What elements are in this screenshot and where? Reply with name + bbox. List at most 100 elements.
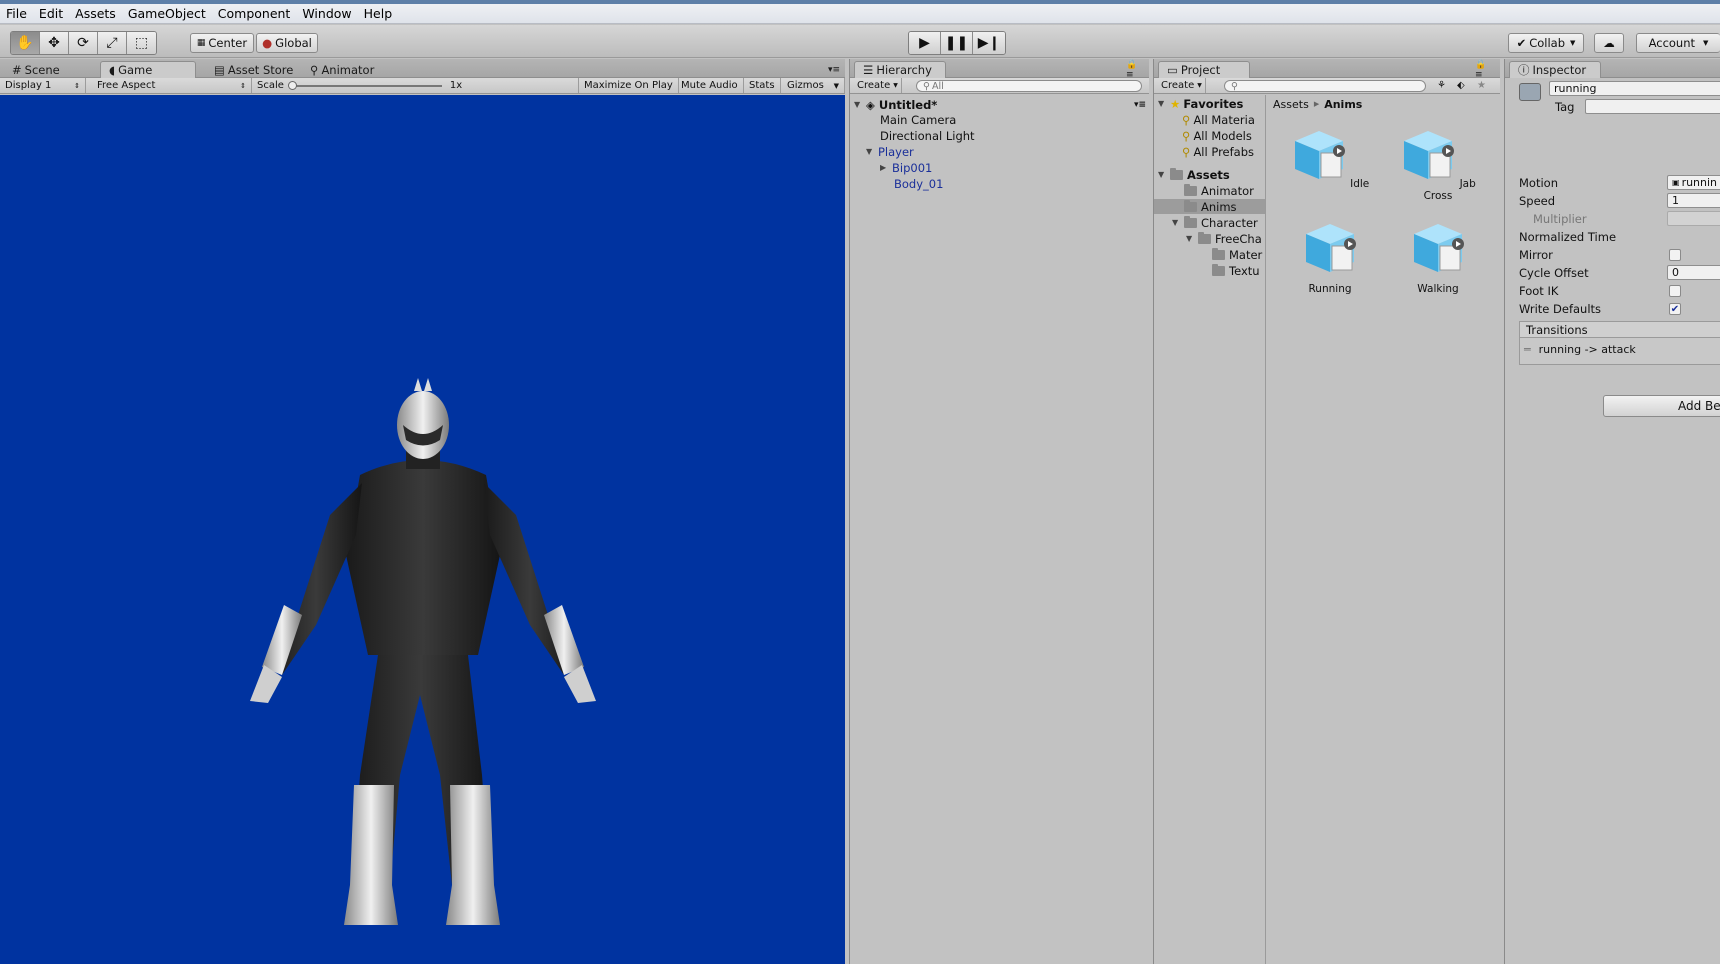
- play-icon[interactable]: ▶: [909, 32, 941, 54]
- drag-handle-icon[interactable]: ═: [1524, 343, 1531, 356]
- write-defaults-checkbox[interactable]: ✔: [1669, 303, 1681, 315]
- scale-slider-handle[interactable]: [287, 80, 297, 90]
- playback-controls: ▶ ❚❚ ▶❙: [908, 31, 1006, 55]
- folder-item[interactable]: Animator: [1184, 183, 1254, 198]
- menu-edit[interactable]: Edit: [33, 6, 69, 21]
- menu-assets[interactable]: Assets: [69, 6, 122, 21]
- tag-text: Tag: [1555, 100, 1575, 114]
- favorite-item[interactable]: ⚲ All Materia: [1182, 112, 1255, 127]
- asset-item[interactable]: Idle: [1290, 127, 1370, 190]
- mute-audio-toggle[interactable]: Mute Audio: [676, 78, 744, 93]
- item-label: Character: [1201, 215, 1258, 230]
- project-tab-row: ▭ Project 🔒≡: [1154, 59, 1500, 80]
- maximize-on-play-toggle[interactable]: Maximize On Play: [578, 78, 679, 93]
- speed-field[interactable]: 1: [1667, 193, 1720, 208]
- menu-file[interactable]: File: [0, 6, 33, 21]
- pivot-center-button[interactable]: ▦ Center: [190, 33, 254, 53]
- tag-field[interactable]: [1585, 99, 1720, 114]
- menu-help[interactable]: Help: [358, 6, 399, 21]
- expand-icon[interactable]: ▼: [1158, 170, 1170, 179]
- add-behaviour-button[interactable]: Add Bel: [1603, 395, 1720, 417]
- breadcrumb-anims[interactable]: Anims: [1324, 98, 1362, 111]
- tab-project[interactable]: ▭ Project: [1158, 61, 1250, 78]
- hierarchy-item-player[interactable]: ▼ Player: [866, 144, 914, 159]
- pause-icon[interactable]: ❚❚: [941, 32, 973, 54]
- cycle-offset-field[interactable]: 0: [1667, 265, 1720, 280]
- transition-item[interactable]: ═ running -> attack: [1520, 338, 1720, 360]
- collab-button[interactable]: ✔ Collab ▼: [1508, 33, 1584, 53]
- project-create-button[interactable]: Create ▼: [1156, 78, 1206, 93]
- motion-field[interactable]: ▣ runnin: [1667, 175, 1720, 190]
- favorite-item[interactable]: ⚲ All Models: [1182, 128, 1252, 143]
- cloud-button[interactable]: ☁: [1594, 33, 1624, 53]
- expand-icon[interactable]: ▼: [1158, 99, 1170, 108]
- project-search-input[interactable]: ⚲: [1224, 80, 1426, 92]
- tab-scene[interactable]: # Scene: [4, 61, 68, 78]
- stats-toggle[interactable]: Stats: [744, 78, 781, 93]
- expand-icon[interactable]: ▼: [854, 100, 866, 109]
- tab-project-label: Project: [1180, 63, 1221, 77]
- expand-icon[interactable]: ▼: [1186, 234, 1198, 243]
- hierarchy-create-button[interactable]: Create ▼: [852, 78, 902, 93]
- rotate-tool-icon[interactable]: ⟳: [69, 32, 98, 54]
- aspect-dropdown[interactable]: Free Aspect ⇕: [92, 78, 252, 93]
- space-global-button[interactable]: ● Global: [256, 33, 318, 53]
- lock-icon[interactable]: 🔒≡: [1467, 60, 1500, 80]
- asset-item[interactable]: Walking: [1398, 220, 1478, 295]
- favorite-star-icon[interactable]: ★: [1472, 78, 1491, 93]
- display-dropdown[interactable]: Display 1 ⇕: [0, 78, 86, 93]
- tab-hierarchy[interactable]: ☰ Hierarchy: [854, 61, 946, 78]
- favorites-header[interactable]: ▼ ★ Favorites: [1158, 96, 1243, 111]
- lock-icon[interactable]: 🔒≡: [1118, 60, 1149, 80]
- game-viewport[interactable]: [0, 95, 845, 964]
- hierarchy-item-body01[interactable]: Body_01: [894, 176, 943, 191]
- menu-window[interactable]: Window: [296, 6, 357, 21]
- hierarchy-item-directional-light[interactable]: Directional Light: [880, 128, 975, 143]
- state-name-field[interactable]: running: [1549, 81, 1720, 96]
- tab-asset-store[interactable]: ▤ Asset Store: [206, 61, 301, 78]
- scale-tool-icon[interactable]: ⤢: [98, 32, 127, 54]
- scale-control: Scale 1x: [252, 78, 578, 93]
- menu-gameobject[interactable]: GameObject: [122, 6, 212, 21]
- folder-item[interactable]: Textu: [1212, 263, 1260, 278]
- tab-inspector[interactable]: ⓘ Inspector: [1509, 61, 1601, 78]
- dropdown-arrow-icon: ▼: [1703, 39, 1709, 47]
- collapsed-icon[interactable]: ▶: [880, 163, 892, 172]
- hierarchy-item-main-camera[interactable]: Main Camera: [880, 112, 956, 127]
- scale-slider[interactable]: [287, 80, 442, 90]
- scene-root[interactable]: ▼ ◈ Untitled* ▾≡: [854, 97, 1146, 112]
- multiplier-text: Multiplier: [1533, 212, 1587, 226]
- filter-type-icon[interactable]: ⚘: [1432, 78, 1451, 93]
- favorite-item[interactable]: ⚲ All Prefabs: [1182, 144, 1254, 159]
- hand-tool-icon[interactable]: ✋: [11, 32, 40, 54]
- item-label: Textu: [1229, 263, 1260, 278]
- hierarchy-item-bip001[interactable]: ▶ Bip001: [880, 160, 932, 175]
- filter-label-icon[interactable]: ⬖: [1452, 78, 1470, 93]
- hierarchy-search-input[interactable]: ⚲ All: [916, 80, 1142, 92]
- folder-item[interactable]: ▼ FreeCha: [1186, 231, 1262, 246]
- scene-menu-icon[interactable]: ▾≡: [1134, 100, 1146, 110]
- menu-component[interactable]: Component: [212, 6, 297, 21]
- tab-game[interactable]: ◖ Game: [100, 61, 196, 78]
- tab-animator[interactable]: ⚲ Animator: [302, 61, 382, 78]
- item-label: Body_01: [894, 176, 944, 191]
- mirror-checkbox[interactable]: [1669, 249, 1681, 261]
- breadcrumb-assets[interactable]: Assets: [1273, 98, 1309, 111]
- move-tool-icon[interactable]: ✥: [40, 32, 69, 54]
- expand-icon[interactable]: ▼: [866, 147, 878, 156]
- assets-root[interactable]: ▼ Assets: [1158, 167, 1230, 182]
- rect-tool-icon[interactable]: ⬚: [127, 32, 156, 54]
- folder-item-selected[interactable]: Anims: [1154, 199, 1265, 214]
- gizmos-dropdown[interactable]: Gizmos ▼: [782, 78, 845, 93]
- expand-icon[interactable]: ▼: [1172, 218, 1184, 227]
- grid-icon: #: [12, 62, 22, 77]
- asset-item[interactable]: Jab Cross: [1398, 127, 1478, 202]
- panel-menu-icon[interactable]: ▾≡: [820, 61, 848, 78]
- folder-item[interactable]: Mater: [1212, 247, 1262, 262]
- account-button[interactable]: Account ▼: [1636, 33, 1720, 53]
- step-icon[interactable]: ▶❙: [973, 32, 1005, 54]
- unity-scene-icon: ◈: [866, 97, 875, 112]
- folder-item[interactable]: ▼ Character: [1172, 215, 1258, 230]
- asset-item[interactable]: Running: [1290, 220, 1370, 295]
- foot-ik-checkbox[interactable]: [1669, 285, 1681, 297]
